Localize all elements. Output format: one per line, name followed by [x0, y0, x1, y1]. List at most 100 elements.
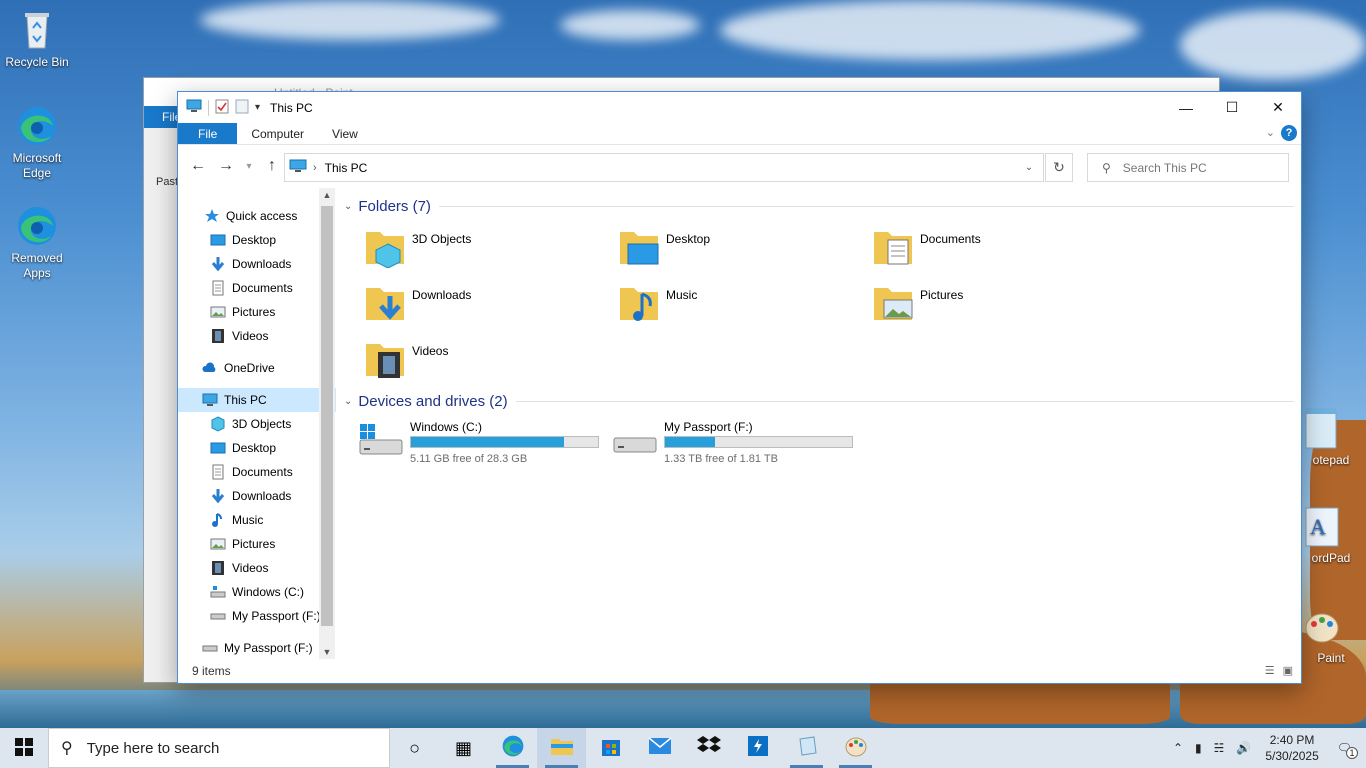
address-field[interactable]: › This PC ⌄ [284, 153, 1044, 182]
chevron-down-icon[interactable]: ⌄ [344, 396, 352, 407]
desktop-icon-recycle-bin[interactable]: Recycle Bin [0, 8, 74, 70]
sidebar-item-3d-objects[interactable]: 3D Objects [178, 412, 336, 436]
address-dropdown-icon[interactable]: ⌄ [1017, 154, 1041, 181]
taskbar-widgets-button[interactable]: ▦ [439, 728, 488, 768]
battery-icon[interactable]: ▮ [1195, 741, 1202, 755]
breadcrumb-chevron-icon[interactable]: › [313, 162, 317, 174]
task-view-button[interactable]: ○ [390, 728, 439, 768]
star-icon [204, 208, 220, 224]
sidebar-item-desktop[interactable]: Desktop 📌 [178, 228, 336, 252]
breadcrumb[interactable]: This PC [325, 161, 368, 175]
search-icon: ⚲ [1102, 160, 1111, 175]
search-input[interactable]: ⚲ Search This PC [1087, 153, 1289, 182]
taskbar-notepad[interactable] [782, 728, 831, 768]
sidebar-item-onedrive[interactable]: OneDrive [178, 356, 336, 380]
scroll-down-icon[interactable]: ▼ [319, 647, 335, 657]
up-button[interactable]: ↑ [258, 157, 286, 175]
show-hidden-icons-icon[interactable]: ⌃ [1173, 741, 1183, 755]
folder-3d-objects[interactable]: 3D Objects [364, 226, 472, 269]
group-title: Devices and drives (2) [358, 393, 508, 410]
folder-label: Documents [920, 232, 981, 246]
taskbar-edge[interactable] [488, 728, 537, 768]
back-button[interactable]: ← [184, 157, 212, 175]
desktop-icon [210, 232, 226, 248]
sidebar-item-windows-c[interactable]: Windows (C:) [178, 580, 336, 604]
drive-windows-c[interactable]: Windows (C:) 5.11 GB free of 28.3 GB [358, 420, 599, 465]
task-view-icon: ○ [409, 737, 420, 758]
sidebar-item-downloads[interactable]: Downloads [178, 484, 336, 508]
recent-locations-button[interactable]: ▾ [240, 161, 258, 172]
scroll-up-icon[interactable]: ▲ [319, 190, 335, 200]
navigation-pane[interactable]: Quick access Desktop 📌 Downloads 📌 Docum… [178, 188, 336, 659]
close-button[interactable]: ✕ [1255, 92, 1301, 123]
folder-documents[interactable]: Documents [872, 226, 981, 268]
sidebar-item-quick-access[interactable]: Quick access [178, 204, 336, 228]
desktop-icon-notepad[interactable]: otepad [1296, 406, 1366, 468]
taskbar-paint[interactable] [831, 728, 880, 768]
sidebar-item-videos[interactable]: Videos [178, 556, 336, 580]
sidebar-item-documents[interactable]: Documents 📌 [178, 276, 336, 300]
sidebar-item-this-pc[interactable]: This PC [178, 388, 336, 412]
notifications-icon[interactable]: 🗨 1 [1337, 741, 1358, 759]
folder-desktop[interactable]: Desktop [618, 226, 710, 268]
maximize-button[interactable]: ☐ [1209, 92, 1255, 123]
desktop-icon-wordpad[interactable]: A ordPad [1296, 504, 1366, 566]
taskbar-power-automate[interactable] [733, 728, 782, 768]
taskbar-file-explorer[interactable] [537, 728, 586, 768]
divider [515, 401, 1294, 402]
sidebar-item-videos[interactable]: Videos [178, 324, 336, 348]
help-icon[interactable]: ? [1281, 125, 1297, 141]
large-icons-view-icon[interactable]: ▣ [1283, 664, 1293, 677]
window-title: This PC [270, 100, 313, 115]
documents-icon [210, 464, 226, 480]
taskbar-dropbox[interactable] [684, 728, 733, 768]
folder-label: 3D Objects [412, 232, 472, 246]
forward-button[interactable]: → [212, 157, 240, 175]
folder-downloads[interactable]: Downloads [364, 282, 471, 324]
tab-file[interactable]: File [178, 123, 238, 144]
tab-computer[interactable]: Computer [237, 123, 318, 144]
sidebar-item-desktop[interactable]: Desktop [178, 436, 336, 460]
sidebar-item-label: Documents [232, 465, 293, 479]
customize-qat-icon[interactable]: ▾ [255, 102, 260, 113]
sidebar-item-my-passport[interactable]: My Passport (F:) [178, 604, 336, 628]
taskbar-search-input[interactable]: ⚲ Type here to search [48, 728, 390, 768]
properties-icon[interactable] [215, 98, 229, 117]
scrollbar-thumb[interactable] [321, 206, 333, 626]
pictures-icon [210, 304, 226, 320]
tab-view[interactable]: View [318, 123, 372, 144]
new-folder-icon[interactable] [235, 98, 249, 117]
folder-music[interactable]: Music [618, 282, 697, 324]
refresh-button[interactable]: ↻ [1045, 153, 1073, 182]
expand-ribbon-icon[interactable]: ⌄ [1266, 126, 1275, 139]
desktop-icon-paint[interactable]: Paint [1296, 604, 1366, 666]
details-view-icon[interactable]: ☰ [1265, 664, 1275, 677]
notepad-icon [1300, 406, 1344, 450]
file-explorer-window[interactable]: ▾ This PC — ☐ ✕ File Computer View ⌄ ? ←… [177, 91, 1302, 684]
sidebar-item-label: Downloads [232, 257, 292, 271]
folder-videos[interactable]: Videos [364, 338, 448, 380]
sidebar-item-music[interactable]: Music [178, 508, 336, 532]
sidebar-item-my-passport-root[interactable]: My Passport (F:) [178, 636, 336, 659]
drive-my-passport[interactable]: My Passport (F:) 1.33 TB free of 1.81 TB [612, 420, 853, 465]
folder-pictures[interactable]: Pictures [872, 282, 963, 324]
network-icon[interactable]: ☵ [1214, 741, 1225, 755]
start-button[interactable] [0, 728, 48, 768]
chevron-down-icon[interactable]: ⌄ [344, 201, 352, 212]
desktop-icon-removed-apps[interactable]: Removed Apps [0, 204, 74, 281]
sidebar-item-pictures[interactable]: Pictures 📌 [178, 300, 336, 324]
folders-group-header[interactable]: ⌄ Folders (7) [344, 198, 1294, 215]
desktop-icon-edge[interactable]: Microsoft Edge [0, 104, 74, 181]
volume-icon[interactable]: 🔊 [1236, 741, 1251, 755]
paint-paste-label[interactable]: Past [156, 176, 178, 188]
taskbar-store[interactable] [586, 728, 635, 768]
taskbar-mail[interactable] [635, 728, 684, 768]
sidebar-item-downloads[interactable]: Downloads 📌 [178, 252, 336, 276]
minimize-button[interactable]: — [1163, 92, 1209, 123]
clock[interactable]: 2:40 PM 5/30/2025 [1265, 732, 1318, 764]
sidebar-item-pictures[interactable]: Pictures [178, 532, 336, 556]
paint-file-tab[interactable]: File [144, 106, 178, 128]
nav-scrollbar[interactable]: ▲ ▼ [319, 188, 335, 659]
drives-group-header[interactable]: ⌄ Devices and drives (2) [344, 393, 1294, 410]
sidebar-item-documents[interactable]: Documents [178, 460, 336, 484]
